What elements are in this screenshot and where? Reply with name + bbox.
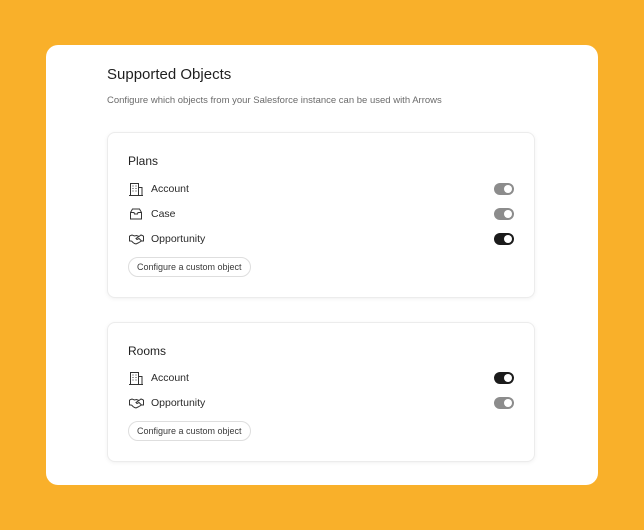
account-toggle[interactable] bbox=[494, 372, 514, 384]
plans-item-account: Account bbox=[128, 180, 514, 198]
handshake-icon bbox=[128, 396, 144, 410]
account-toggle[interactable] bbox=[494, 183, 514, 195]
handshake-icon bbox=[128, 232, 144, 246]
page-subtitle: Configure which objects from your Salesf… bbox=[107, 95, 442, 106]
toggle-knob bbox=[504, 374, 512, 382]
opportunity-toggle[interactable] bbox=[494, 233, 514, 245]
item-label: Account bbox=[151, 183, 189, 195]
toggle-knob bbox=[504, 185, 512, 193]
rooms-item-opportunity: Opportunity bbox=[128, 394, 514, 412]
toggle-knob bbox=[504, 210, 512, 218]
plans-card: Plans Account Case Opportunity Configure… bbox=[107, 132, 535, 298]
configure-custom-object-button[interactable]: Configure a custom object bbox=[128, 257, 251, 277]
card-title-plans: Plans bbox=[128, 154, 159, 168]
building-icon bbox=[128, 371, 144, 385]
case-toggle[interactable] bbox=[494, 208, 514, 220]
card-title-rooms: Rooms bbox=[128, 344, 167, 358]
inbox-icon bbox=[128, 207, 144, 221]
rooms-item-account: Account bbox=[128, 369, 514, 387]
settings-panel: Supported Objects Configure which object… bbox=[46, 45, 598, 485]
toggle-knob bbox=[504, 235, 512, 243]
plans-item-opportunity: Opportunity bbox=[128, 230, 514, 248]
page-title: Supported Objects bbox=[107, 66, 232, 83]
configure-custom-object-button[interactable]: Configure a custom object bbox=[128, 421, 251, 441]
opportunity-toggle[interactable] bbox=[494, 397, 514, 409]
rooms-card: Rooms Account Opportunity Configure a cu… bbox=[107, 322, 535, 462]
item-label: Opportunity bbox=[151, 397, 206, 409]
item-label: Opportunity bbox=[151, 233, 206, 245]
item-label: Account bbox=[151, 372, 189, 384]
toggle-knob bbox=[504, 399, 512, 407]
plans-item-case: Case bbox=[128, 205, 514, 223]
item-label: Case bbox=[151, 208, 176, 220]
building-icon bbox=[128, 182, 144, 196]
